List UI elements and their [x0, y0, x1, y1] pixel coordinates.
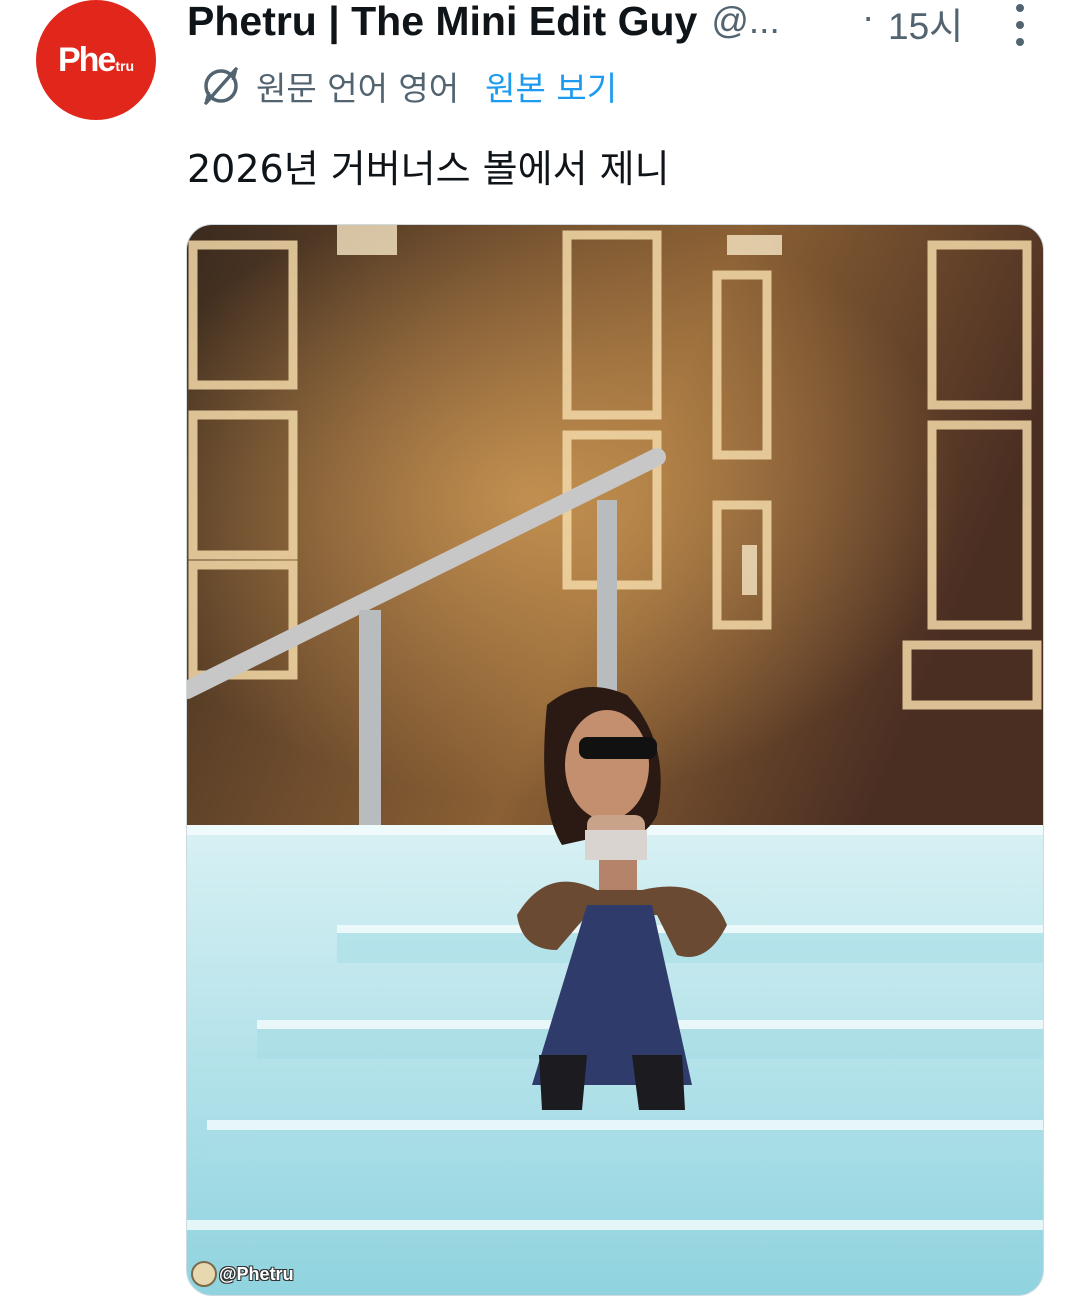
separator-dot: ·: [862, 0, 875, 37]
avatar-logo-small-text: tru: [115, 57, 135, 74]
handle[interactable]: @...: [711, 0, 779, 42]
timestamp[interactable]: 15시: [888, 0, 963, 50]
translation-row: 원문 언어 영어 원본 보기: [200, 62, 617, 110]
translation-label: 원문 언어 영어: [256, 69, 460, 108]
watermark-mascot-icon: [191, 1261, 217, 1287]
avatar-logo-text: Phe: [57, 40, 116, 79]
more-dot-icon: [1016, 4, 1024, 12]
watermark-text: @Phetru: [219, 1263, 294, 1284]
translate-icon: [204, 67, 238, 105]
more-options-button[interactable]: [1004, 4, 1036, 46]
display-name[interactable]: Phetru | The Mini Edit Guy: [187, 0, 697, 45]
author-avatar[interactable]: Phe tru: [36, 0, 156, 120]
more-dot-icon: [1016, 38, 1024, 46]
more-dot-icon: [1016, 21, 1024, 29]
show-original-link[interactable]: 원본 보기: [485, 62, 617, 110]
tweet-media-image[interactable]: @Phetru: [186, 224, 1044, 1296]
watermark: @Phetru: [191, 1261, 294, 1287]
concert-stage-photo: [187, 225, 1043, 1295]
tweet-text: 2026년 거버너스 볼에서 제니: [187, 147, 670, 191]
avatar-logo: Phe tru: [58, 41, 134, 80]
author-name-row[interactable]: Phetru | The Mini Edit Guy @...: [187, 0, 780, 46]
